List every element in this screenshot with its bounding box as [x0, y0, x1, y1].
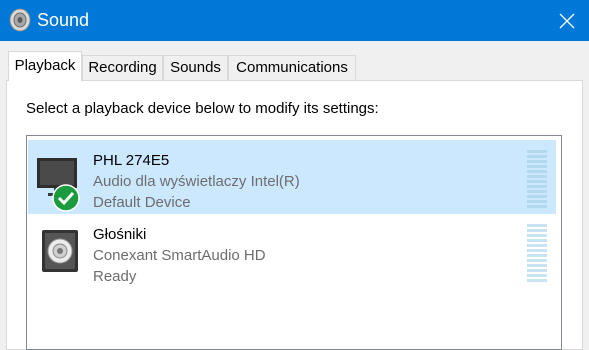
list-item[interactable]: Głośniki Conexant SmartAudio HD Ready: [28, 214, 556, 288]
device-description: Conexant SmartAudio HD: [93, 247, 266, 264]
close-icon: [559, 13, 575, 28]
speaker-box-icon: [36, 224, 82, 280]
device-status: Default Device: [93, 194, 191, 211]
device-name: Głośniki: [93, 226, 147, 243]
device-status: Ready: [93, 268, 137, 285]
volume-level-meter: [527, 150, 547, 210]
tab-recording[interactable]: Recording: [82, 55, 163, 80]
tab-playback[interactable]: Playback: [8, 51, 82, 81]
device-list[interactable]: PHL 274E5 Audio dla wyświetlaczy Intel(R…: [26, 135, 562, 350]
speaker-icon[interactable]: [9, 8, 31, 32]
close-button[interactable]: [545, 0, 589, 41]
tab-sounds[interactable]: Sounds: [163, 55, 228, 80]
volume-level-meter: [527, 224, 547, 284]
default-check-icon: [52, 184, 80, 217]
instruction-text: Select a playback device below to modify…: [26, 100, 379, 117]
title-bar: Sound: [0, 0, 589, 41]
tab-communications[interactable]: Communications: [228, 55, 356, 80]
device-description: Audio dla wyświetlaczy Intel(R): [93, 173, 300, 190]
window-title: Sound: [37, 10, 90, 30]
device-name: PHL 274E5: [93, 152, 170, 169]
list-item[interactable]: PHL 274E5 Audio dla wyświetlaczy Intel(R…: [28, 140, 556, 214]
